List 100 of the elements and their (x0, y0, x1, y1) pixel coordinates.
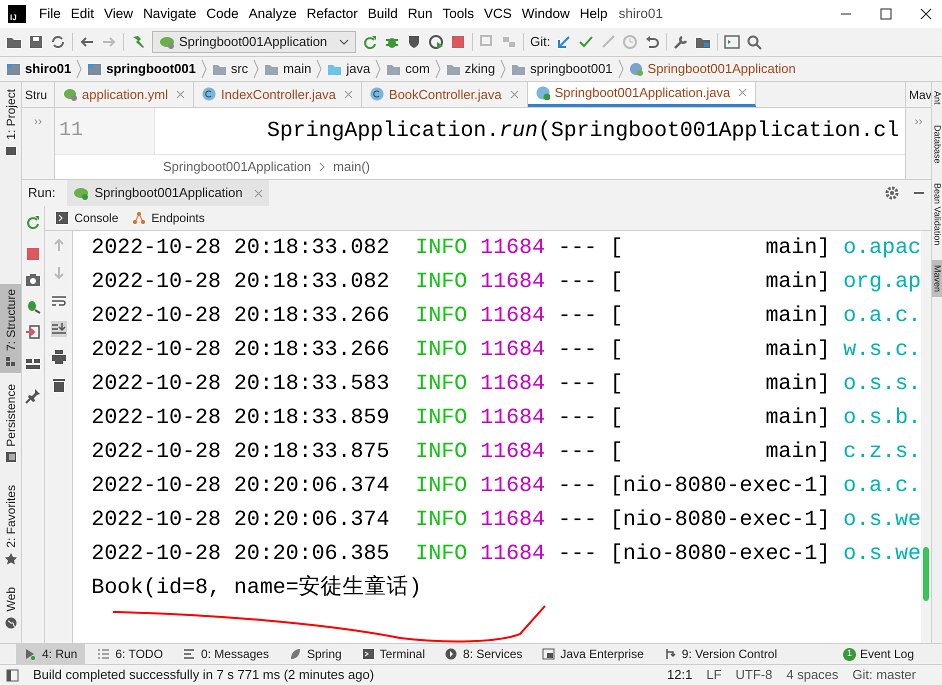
breadcrumb-item[interactable]: springboot001 (87, 59, 200, 79)
chevron-right-icon (200, 59, 208, 79)
profiler-icon[interactable] (428, 34, 444, 50)
breadcrumb-item[interactable]: main() (333, 157, 370, 177)
undo-icon[interactable] (644, 34, 660, 50)
camera-icon[interactable] (25, 272, 42, 288)
menu-item[interactable]: Tools (438, 4, 480, 24)
menu-item[interactable]: VCS (479, 4, 517, 24)
editor-tab[interactable]: Springboot001Application.java (528, 82, 756, 107)
save-icon[interactable] (28, 34, 44, 50)
messages-icon (182, 648, 196, 660)
folder-icon (6, 62, 21, 76)
file-encoding[interactable]: UTF-8 (736, 665, 772, 685)
breadcrumb-item[interactable]: Springboot001Application (163, 157, 312, 177)
menu-item[interactable]: Window (516, 4, 575, 24)
menu-item[interactable]: Code (201, 4, 244, 24)
thread-name: [ main] (610, 269, 830, 296)
menu-item[interactable]: View (99, 4, 138, 24)
console-tab[interactable]: Console (55, 209, 118, 227)
tool-window-tab[interactable]: 1: Project (0, 84, 21, 162)
settings-icon[interactable] (885, 186, 899, 200)
log-timestamp: 2022-10-28 20:20:06.374 (91, 507, 390, 534)
menu-item[interactable]: Analyze (244, 4, 302, 24)
sync-icon[interactable] (50, 34, 66, 50)
pin-icon[interactable] (25, 388, 42, 404)
run-config-dropdown[interactable]: Springboot001Application (152, 31, 356, 53)
chevron-right-icon (315, 59, 324, 79)
thread-name: [ main] (610, 439, 830, 466)
wrench-icon[interactable] (673, 34, 690, 50)
tool-window-button[interactable]: Spring (280, 644, 350, 664)
terminal-window-icon[interactable] (724, 34, 740, 50)
breadcrumb-item[interactable]: java (327, 59, 374, 79)
editor-tab[interactable]: BookController.java (362, 82, 528, 107)
layout-icon[interactable] (25, 356, 42, 372)
import-icon[interactable] (25, 324, 42, 340)
log-timestamp: 2022-10-28 20:20:06.385 (91, 541, 390, 568)
log-level: INFO (415, 371, 468, 398)
tool-window-tab[interactable]: Web (0, 582, 21, 634)
menu-item[interactable]: File (34, 4, 66, 24)
panel-title: Stru (22, 82, 54, 108)
editor-tab[interactable]: application.yml (55, 82, 194, 107)
line-separator[interactable]: LF (706, 665, 722, 685)
log-separator: --- (558, 235, 597, 262)
tool-window-button[interactable]: 0: Messages (174, 644, 277, 664)
panel-toggle-icon[interactable] (6, 668, 19, 682)
log-level: INFO (415, 439, 468, 466)
breadcrumb-item[interactable]: com (386, 59, 434, 79)
check-icon[interactable] (578, 34, 594, 50)
editor-tab[interactable]: IndexController.java (194, 82, 362, 107)
breadcrumb-item[interactable]: shiro01 (6, 59, 76, 79)
trash-icon[interactable] (50, 377, 67, 393)
thread-name: [ main] (610, 235, 830, 262)
tool-window-tab[interactable]: Ant (932, 86, 942, 110)
tool-window-tab[interactable]: 2: Favorites (0, 480, 21, 570)
rerun-icon[interactable] (362, 34, 378, 50)
tool-window-tab[interactable]: Bean Validation (932, 178, 942, 250)
menu-item[interactable]: Build (362, 4, 403, 24)
maximize-icon[interactable] (880, 8, 892, 20)
menu-item[interactable]: Run (402, 4, 438, 24)
spring-icon (288, 648, 302, 660)
search-icon[interactable] (746, 34, 762, 50)
tool-window-button[interactable]: 6: TODO (89, 644, 171, 664)
breadcrumb-item[interactable]: springboot001 (511, 59, 617, 79)
console-tab[interactable]: Endpoints (132, 209, 205, 227)
tool-window-button[interactable]: Java Enterprise (534, 644, 652, 664)
console-output: Book(id=8, name=安徒生童话) (91, 574, 423, 602)
tool-window-tab[interactable]: Database (932, 120, 942, 168)
menu-item[interactable]: Help (574, 4, 613, 24)
run-tab[interactable]: Springboot001Application (67, 180, 269, 206)
process-id: 11684 (480, 439, 546, 466)
print-icon[interactable] (50, 349, 67, 365)
tool-window-tab[interactable]: Persistence (0, 378, 21, 468)
scrollbar-thumb[interactable] (923, 547, 929, 601)
indent-setting[interactable]: 4 spaces (786, 665, 838, 685)
tool-window-button[interactable]: 9: Version Control (656, 644, 786, 664)
menu-item[interactable]: Edit (66, 4, 100, 24)
tool-window-button[interactable]: 8: Services (437, 644, 530, 664)
log-level: INFO (415, 303, 468, 330)
stop-icon[interactable] (25, 246, 42, 262)
update-arrow-icon[interactable] (556, 34, 572, 50)
breadcrumb-item[interactable]: Springboot001Application (628, 59, 800, 79)
tool-window-button[interactable]: 4: Run (16, 644, 86, 664)
breadcrumb-item[interactable]: zking (446, 59, 500, 79)
git-branch[interactable]: Git: master (852, 665, 916, 685)
rerun-icon[interactable] (25, 214, 42, 230)
tool-window-tab[interactable]: Maven (932, 260, 942, 298)
stop-icon[interactable] (450, 34, 466, 50)
class-icon (628, 62, 644, 76)
web-icon (4, 616, 16, 629)
tool-window-button[interactable]: Terminal (354, 644, 434, 664)
caret-position[interactable]: 12:1 (667, 665, 692, 685)
breadcrumb-item[interactable]: main (264, 59, 316, 79)
scroll-end-icon[interactable] (50, 321, 67, 337)
breadcrumb-item[interactable]: src (212, 59, 252, 79)
event-log-button[interactable]: 1 Event Log (834, 644, 922, 664)
tool-window-tab[interactable]: 7: Structure (0, 284, 21, 373)
log-timestamp: 2022-10-28 20:18:33.082 (91, 269, 390, 296)
close-icon[interactable] (920, 8, 932, 20)
menu-item[interactable]: Refactor (302, 4, 363, 24)
menu-item[interactable]: Navigate (138, 4, 202, 24)
